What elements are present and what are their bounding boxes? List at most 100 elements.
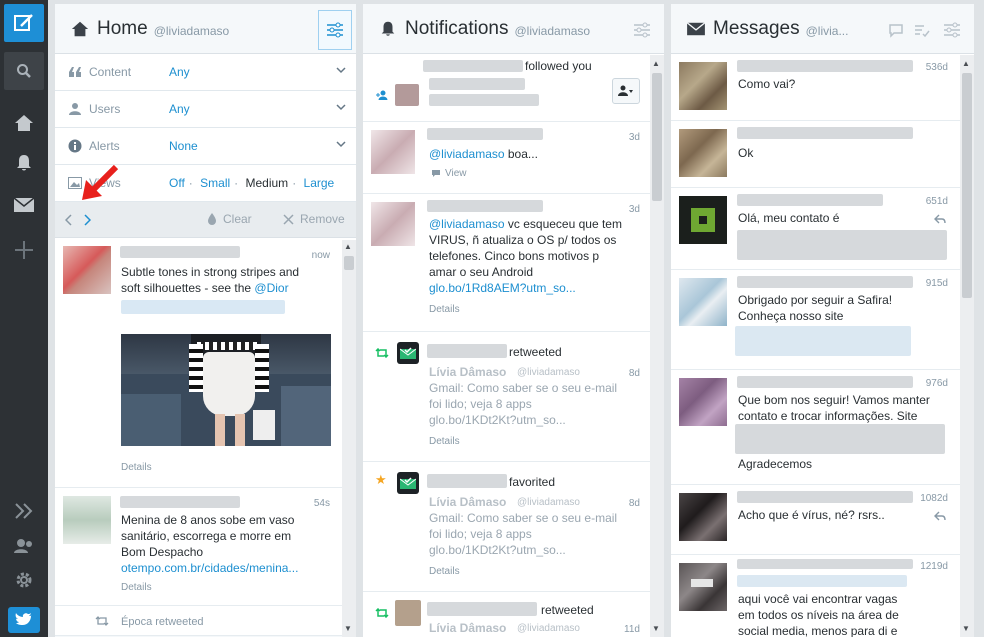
message-text: Como vai? xyxy=(738,77,796,91)
follow-notification[interactable]: followed you xyxy=(363,54,664,122)
author-handle: @liviadamaso xyxy=(517,367,580,378)
scrollbar[interactable]: ▲ ▼ xyxy=(960,55,974,637)
avatar[interactable] xyxy=(679,378,727,426)
redacted-text xyxy=(735,424,945,454)
mention-notification[interactable]: 3d @liviadamaso boa... View xyxy=(363,122,664,194)
remove-button[interactable]: Remove xyxy=(283,212,345,226)
media-large[interactable]: Large xyxy=(304,176,335,190)
compose-icon xyxy=(14,14,33,31)
add-column-button[interactable] xyxy=(0,232,48,268)
remove-label: Remove xyxy=(300,212,345,226)
twitter-button[interactable] xyxy=(8,607,40,633)
redacted-name xyxy=(737,376,913,388)
view-link[interactable]: View xyxy=(431,168,467,179)
avatar[interactable] xyxy=(63,246,111,294)
message-thread[interactable]: 976d Que bom nos seguir! Vamos manter con… xyxy=(671,370,974,485)
home-feed: now Subtle tones in strong stripes and s… xyxy=(55,238,356,637)
message-thread[interactable]: 651d Olá, meu contato é xyxy=(671,188,974,270)
column-handle: @liviadamaso xyxy=(153,23,230,38)
tweet-item[interactable]: now Subtle tones in strong stripes and s… xyxy=(55,238,356,488)
media-off[interactable]: Off xyxy=(169,176,185,190)
avatar[interactable] xyxy=(679,563,727,611)
avatar[interactable] xyxy=(371,202,415,246)
author-name: Lívia Dâmaso xyxy=(429,621,507,635)
accounts-button[interactable] xyxy=(0,528,48,564)
expand-icon xyxy=(15,503,33,519)
details-link[interactable]: Details xyxy=(429,304,460,315)
filter-alerts[interactable]: Alerts None xyxy=(55,128,356,165)
settings-button[interactable] xyxy=(0,562,48,598)
message-thread[interactable]: 1082d Acho que é vírus, né? rsrs.. xyxy=(671,485,974,555)
favorite-notification[interactable]: ★ favorited Lívia Dâmaso @liviadamaso 8d… xyxy=(363,462,664,592)
notifications-icon xyxy=(377,18,399,40)
filter-users[interactable]: Users Any xyxy=(55,91,356,128)
tweet-item[interactable]: 54s Menina de 8 anos sobe em vaso sanitá… xyxy=(55,488,356,606)
avatar[interactable] xyxy=(395,600,421,626)
tweet-link[interactable]: otempo.com.br/cidades/menina... xyxy=(121,561,298,575)
scrollbar-thumb[interactable] xyxy=(962,73,972,298)
author-name: Lívia Dâmaso xyxy=(429,365,507,379)
media-medium[interactable]: Medium xyxy=(246,176,289,190)
avatar[interactable] xyxy=(63,496,111,544)
nav-home[interactable] xyxy=(0,105,48,141)
avatar[interactable] xyxy=(679,196,727,244)
mention-notification[interactable]: 3d @liviadamaso vc esqueceu que tem VIRU… xyxy=(363,194,664,332)
message-time: 651d xyxy=(925,196,948,207)
redacted-text xyxy=(737,230,947,260)
media-small[interactable]: Small xyxy=(200,176,230,190)
user-icon xyxy=(67,101,83,117)
message-thread[interactable]: 915d Obrigado por seguir a Safira! Conheç… xyxy=(671,270,974,370)
avatar[interactable] xyxy=(679,493,727,541)
avatar[interactable] xyxy=(371,130,415,174)
column-options-button[interactable] xyxy=(940,18,964,42)
message-thread[interactable]: 536d Como vai? xyxy=(671,54,974,121)
scrollbar[interactable]: ▲ ▼ xyxy=(650,55,664,637)
column-options-button[interactable] xyxy=(318,10,352,50)
avatar[interactable] xyxy=(679,62,727,110)
retweet-icon xyxy=(375,348,389,358)
details-link[interactable]: Details xyxy=(429,566,460,577)
message-thread[interactable]: Ok xyxy=(671,121,974,188)
scrollbar[interactable]: ▲ ▼ xyxy=(342,240,356,637)
chevron-down-icon xyxy=(336,104,346,111)
details-link[interactable]: Details xyxy=(429,436,460,447)
details-link[interactable]: Details xyxy=(121,582,152,593)
column-header: Messages @livia... xyxy=(671,4,974,54)
notifications-feed: followed you 3d @liviadamaso boa... View… xyxy=(363,54,664,637)
nav-notifications[interactable] xyxy=(0,145,48,181)
retweet-icon xyxy=(375,608,389,618)
clear-label: Clear xyxy=(223,212,252,226)
column-title: Home xyxy=(97,17,148,39)
avatar[interactable] xyxy=(679,278,727,326)
mark-read-button[interactable] xyxy=(910,18,934,42)
search-button[interactable] xyxy=(4,52,44,90)
expand-button[interactable] xyxy=(0,493,48,529)
retweet-notification[interactable]: retweeted Lívia Dâmaso @liviadamaso 11d xyxy=(363,592,664,637)
messages-column: 3 Messages @livia... 536d Como vai? Ok xyxy=(671,4,974,637)
scrollbar-thumb[interactable] xyxy=(344,256,354,270)
retweet-item[interactable]: Época retweeted xyxy=(55,606,356,636)
tweet-media-image[interactable] xyxy=(121,334,331,446)
avatar[interactable] xyxy=(679,129,727,177)
column-options-button[interactable] xyxy=(630,18,654,42)
app-icon xyxy=(397,472,419,494)
clear-button[interactable]: Clear xyxy=(207,212,252,226)
move-right-button[interactable] xyxy=(83,214,91,226)
tweet-link[interactable]: glo.bo/1Rd8AEM?utm_so... xyxy=(429,281,576,295)
chevron-left-icon xyxy=(65,214,72,226)
avatar[interactable] xyxy=(395,84,419,106)
retweet-notification[interactable]: retweeted Lívia Dâmaso @liviadamaso 8d G… xyxy=(363,332,664,462)
follow-button[interactable] xyxy=(612,78,640,104)
droplet-icon xyxy=(208,213,216,225)
filter-content[interactable]: Content Any xyxy=(55,54,356,91)
mention-link[interactable]: @Dior xyxy=(254,281,288,295)
nav-messages[interactable] xyxy=(0,187,48,223)
compose-button[interactable] xyxy=(4,4,44,42)
redacted-name xyxy=(120,246,240,258)
scrollbar-thumb[interactable] xyxy=(652,73,662,201)
message-text: Ok xyxy=(738,146,754,160)
new-message-button[interactable] xyxy=(884,18,908,42)
details-link[interactable]: Details xyxy=(121,462,152,473)
move-left-button[interactable] xyxy=(65,214,73,226)
message-thread[interactable]: 1219d aqui você vai encontrar vagas em to… xyxy=(671,555,974,637)
